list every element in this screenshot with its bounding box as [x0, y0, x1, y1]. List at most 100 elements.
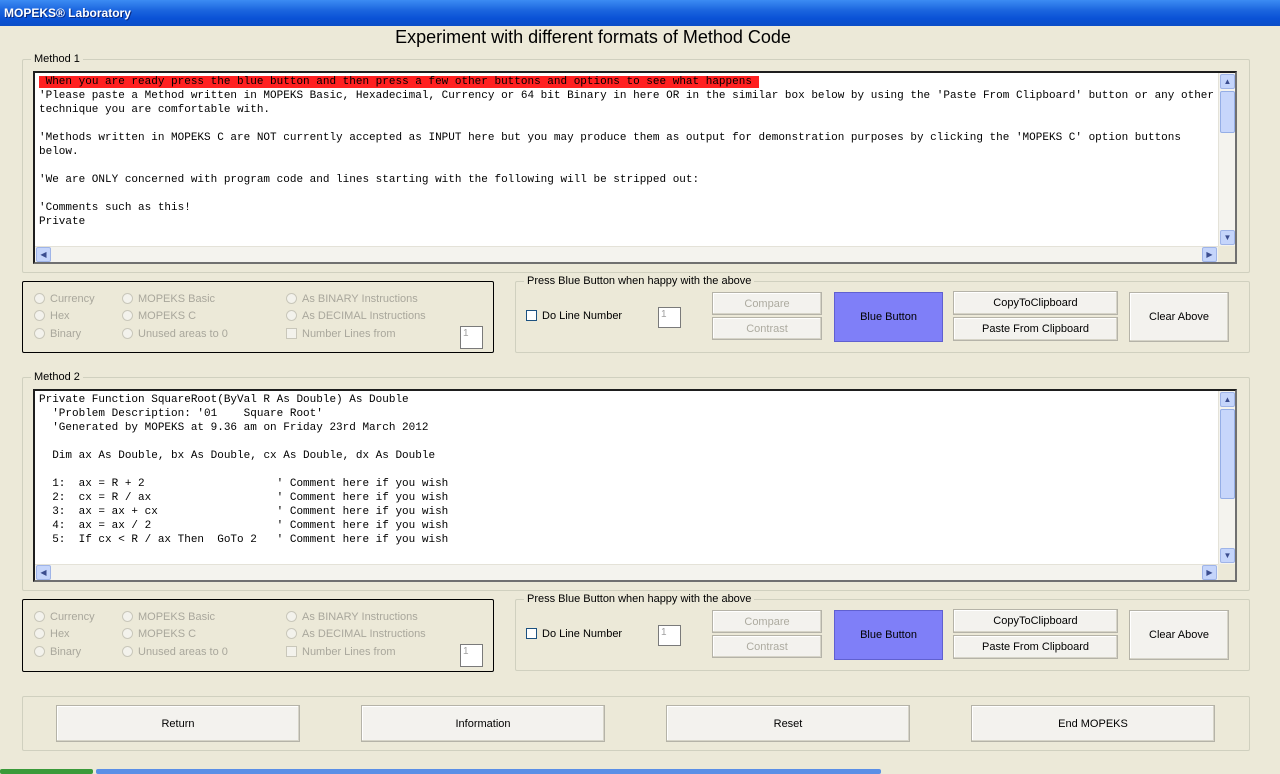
method1-number-lines-checkbox[interactable]: Number Lines from [286, 328, 396, 340]
method1-hex-radio[interactable]: Hex [34, 310, 70, 322]
scroll-left-arrow-icon[interactable]: ◀ [36, 247, 51, 262]
method2-currency-radio[interactable]: Currency [34, 611, 95, 623]
window-title-bar: MOPEKS® Laboratory [0, 0, 1280, 26]
method1-contrast-button[interactable]: Contrast [712, 317, 822, 340]
checkbox-label: Do Line Number [542, 628, 623, 640]
method1-copy-to-clipboard-button[interactable]: CopyToClipboard [953, 291, 1118, 315]
method2-text-area[interactable]: Private Function SquareRoot(ByVal R As D… [37, 393, 1217, 562]
return-button[interactable]: Return [56, 705, 300, 742]
method2-action-legend: Press Blue Button when happy with the ab… [527, 593, 752, 605]
method1-horizontal-scrollbar[interactable]: ◀ ▶ [35, 246, 1218, 262]
method1-mopeks-basic-radio[interactable]: MOPEKS Basic [122, 293, 215, 305]
option-label: Unused areas to 0 [138, 646, 228, 658]
method2-copy-to-clipboard-button[interactable]: CopyToClipboard [953, 609, 1118, 633]
method2-line-number-input[interactable]: 1 [658, 625, 681, 646]
method2-horizontal-scrollbar[interactable]: ◀ ▶ [35, 564, 1218, 580]
reset-button[interactable]: Reset [666, 705, 910, 742]
option-label: Currency [50, 293, 95, 305]
method2-textbox[interactable]: Private Function SquareRoot(ByVal R As D… [33, 389, 1237, 582]
option-label: MOPEKS C [138, 628, 197, 640]
option-label: Number Lines from [302, 646, 396, 658]
method2-blue-button[interactable]: Blue Button [834, 610, 943, 660]
option-label: As DECIMAL Instructions [302, 310, 426, 322]
scroll-up-arrow-icon[interactable]: ▲ [1220, 74, 1235, 89]
method2-number-lines-checkbox[interactable]: Number Lines from [286, 646, 396, 658]
scroll-thumb[interactable] [1220, 91, 1235, 133]
radio-icon [34, 293, 45, 304]
option-label: MOPEKS C [138, 310, 197, 322]
method2-as-binary-radio[interactable]: As BINARY Instructions [286, 611, 418, 623]
option-label: Binary [50, 328, 82, 340]
option-label: As BINARY Instructions [302, 293, 418, 305]
scroll-thumb[interactable] [1220, 409, 1235, 499]
method2-compare-button[interactable]: Compare [712, 610, 822, 633]
method1-number-lines-from-input[interactable]: 1 [460, 326, 483, 349]
method2-hex-radio[interactable]: Hex [34, 628, 70, 640]
method2-as-decimal-radio[interactable]: As DECIMAL Instructions [286, 628, 426, 640]
method1-clear-above-button[interactable]: Clear Above [1129, 292, 1229, 342]
method2-code-text: Private Function SquareRoot(ByVal R As D… [39, 394, 449, 546]
information-button[interactable]: Information [361, 705, 605, 742]
method1-legend: Method 1 [34, 53, 80, 65]
method1-unused-areas-radio[interactable]: Unused areas to 0 [122, 328, 228, 340]
method1-paste-from-clipboard-button[interactable]: Paste From Clipboard [953, 317, 1118, 341]
scroll-left-arrow-icon[interactable]: ◀ [36, 565, 51, 580]
option-label: Currency [50, 611, 95, 623]
start-button-edge[interactable] [0, 769, 93, 774]
method1-vertical-scrollbar[interactable]: ▲ ▼ [1218, 73, 1235, 246]
method2-do-line-number-checkbox[interactable]: Do Line Number [526, 628, 622, 640]
scroll-right-arrow-icon[interactable]: ▶ [1202, 565, 1217, 580]
radio-icon [34, 310, 45, 321]
page-title: Experiment with different formats of Met… [395, 27, 791, 47]
method2-unused-areas-radio[interactable]: Unused areas to 0 [122, 646, 228, 658]
method1-text-area[interactable]: When you are ready press the blue button… [37, 75, 1217, 244]
checkbox-label: Do Line Number [542, 310, 623, 322]
scroll-up-arrow-icon[interactable]: ▲ [1220, 392, 1235, 407]
scroll-corner [1218, 564, 1235, 580]
taskbar-strip [0, 768, 1280, 774]
method2-vertical-scrollbar[interactable]: ▲ ▼ [1218, 391, 1235, 564]
method1-line-number-input[interactable]: 1 [658, 307, 681, 328]
radio-icon [122, 646, 133, 657]
method1-textbox[interactable]: When you are ready press the blue button… [33, 71, 1237, 264]
method1-as-decimal-radio[interactable]: As DECIMAL Instructions [286, 310, 426, 322]
checkbox-icon [526, 628, 537, 639]
option-label: Unused areas to 0 [138, 328, 228, 340]
method1-binary-radio[interactable]: Binary [34, 328, 81, 340]
taskbar-window-button-edge[interactable] [96, 769, 881, 774]
method2-number-lines-from-input[interactable]: 1 [460, 644, 483, 667]
method2-clear-above-button[interactable]: Clear Above [1129, 610, 1229, 660]
method1-mopeks-c-radio[interactable]: MOPEKS C [122, 310, 196, 322]
method1-compare-button[interactable]: Compare [712, 292, 822, 315]
radio-icon [34, 328, 45, 339]
radio-icon [34, 646, 45, 657]
scroll-down-arrow-icon[interactable]: ▼ [1220, 230, 1235, 245]
method2-mopeks-c-radio[interactable]: MOPEKS C [122, 628, 196, 640]
scroll-right-arrow-icon[interactable]: ▶ [1202, 247, 1217, 262]
method1-highlight-line: When you are ready press the blue button… [39, 76, 759, 88]
scroll-down-arrow-icon[interactable]: ▼ [1220, 548, 1235, 563]
radio-icon [286, 310, 297, 321]
radio-icon [122, 628, 133, 639]
checkbox-icon [286, 646, 297, 657]
method2-binary-radio[interactable]: Binary [34, 646, 81, 658]
end-mopeks-button[interactable]: End MOPEKS [971, 705, 1215, 742]
method1-currency-radio[interactable]: Currency [34, 293, 95, 305]
option-label: Hex [50, 310, 70, 322]
checkbox-icon [526, 310, 537, 321]
radio-icon [122, 611, 133, 622]
scroll-corner [1218, 246, 1235, 262]
method1-blue-button[interactable]: Blue Button [834, 292, 943, 342]
method1-as-binary-radio[interactable]: As BINARY Instructions [286, 293, 418, 305]
option-label: MOPEKS Basic [138, 611, 216, 623]
radio-icon [286, 293, 297, 304]
option-label: MOPEKS Basic [138, 293, 216, 305]
method1-action-legend: Press Blue Button when happy with the ab… [527, 275, 752, 287]
option-label: As BINARY Instructions [302, 611, 418, 623]
method2-mopeks-basic-radio[interactable]: MOPEKS Basic [122, 611, 215, 623]
radio-icon [34, 628, 45, 639]
method2-contrast-button[interactable]: Contrast [712, 635, 822, 658]
method1-do-line-number-checkbox[interactable]: Do Line Number [526, 310, 622, 322]
radio-icon [122, 310, 133, 321]
method2-paste-from-clipboard-button[interactable]: Paste From Clipboard [953, 635, 1118, 659]
